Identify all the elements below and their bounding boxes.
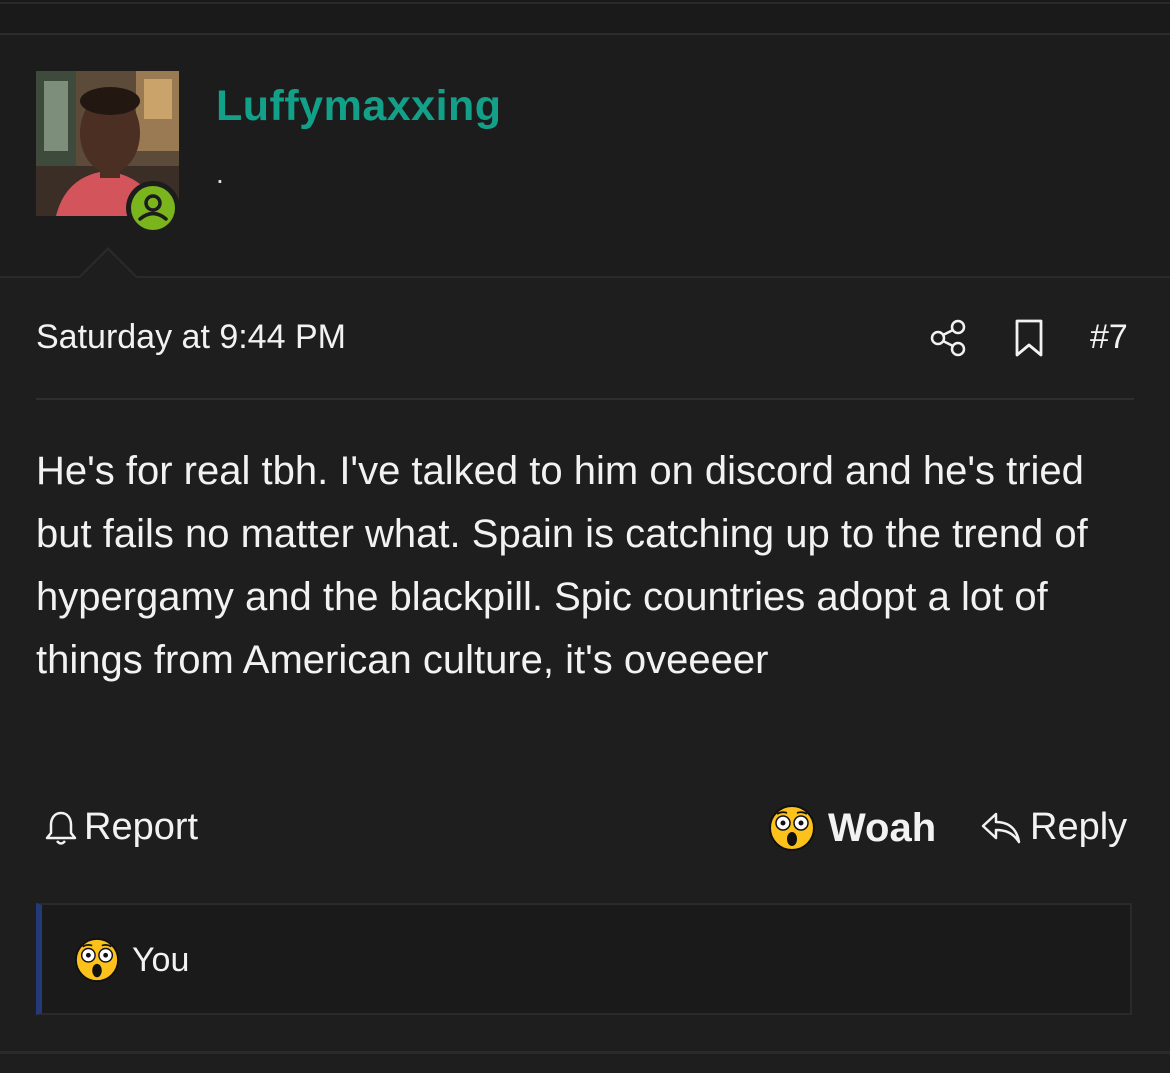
report-button[interactable]: Report [44,806,198,849]
online-user-icon [138,194,168,221]
meta-divider [36,398,1134,400]
reply-button[interactable]: Reply [980,806,1127,849]
reactions-summary-bar[interactable]: You [36,903,1132,1015]
reaction-button[interactable]: Woah [768,804,936,852]
reaction-label: Woah [828,805,937,850]
header-divider [0,276,1170,278]
online-status-badge [126,181,180,235]
header-pointer [78,247,138,278]
post-number-link[interactable]: #7 [1090,318,1128,357]
woah-emoji-icon [769,805,815,851]
reply-label: Reply [1030,806,1128,848]
bookmark-icon[interactable] [1013,318,1045,358]
bottom-divider [0,1051,1170,1054]
username-link[interactable]: Luffymaxxing [216,82,502,131]
top-strip [0,0,1170,35]
user-title: . [216,158,224,189]
reply-arrow-icon [981,812,1021,843]
share-icon[interactable] [929,318,967,358]
woah-emoji-icon [74,937,120,983]
bell-icon [45,811,77,845]
report-label: Report [84,806,199,848]
post-timestamp[interactable]: Saturday at 9:44 PM [36,318,346,357]
reactions-summary-label: You [132,940,190,979]
post-body: He's for real tbh. I've talked to him on… [36,449,1088,682]
